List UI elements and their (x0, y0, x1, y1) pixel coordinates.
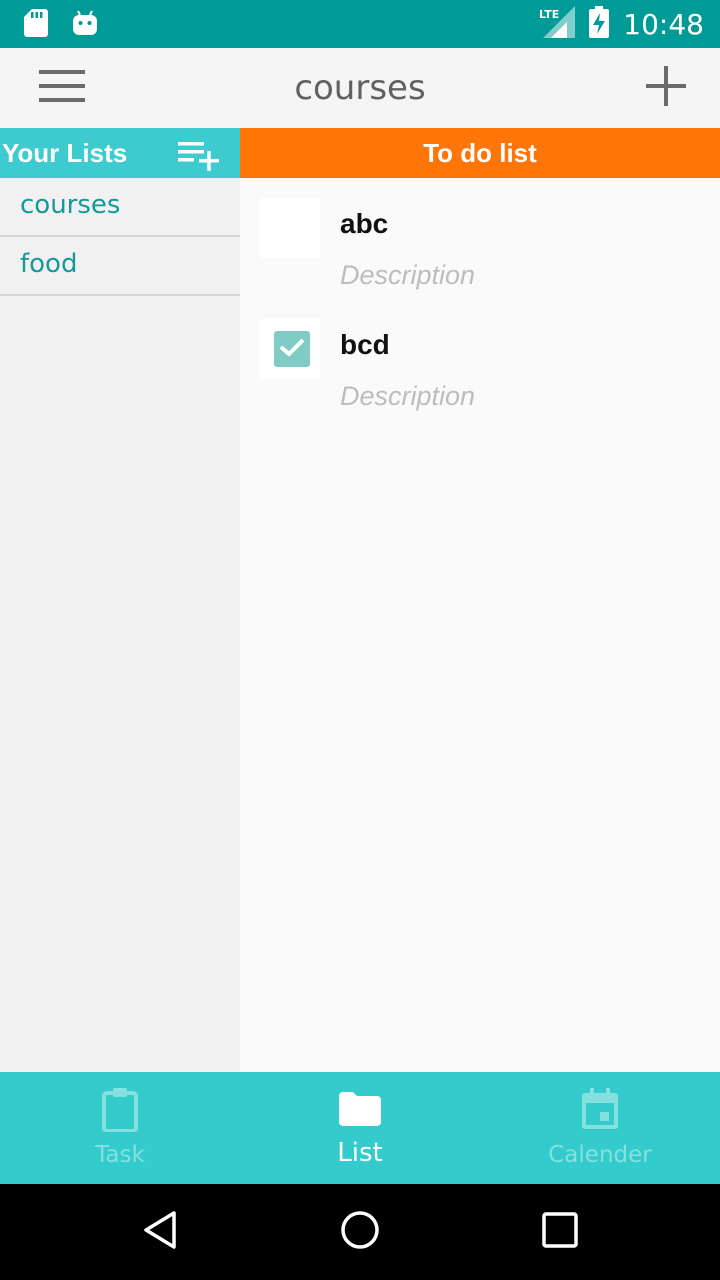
recents-square-icon (542, 1211, 578, 1253)
nav-tab-task[interactable]: Task (0, 1072, 240, 1184)
hamburger-icon (39, 69, 85, 107)
page-title: courses (294, 68, 426, 108)
back-triangle-icon (142, 1210, 178, 1255)
app-bar: courses (0, 48, 720, 128)
home-circle-icon (340, 1210, 380, 1255)
android-icon (72, 9, 98, 42)
todo-title: bcd (340, 329, 390, 360)
nav-tab-label: List (337, 1138, 383, 1168)
list-item-label: food (20, 249, 78, 279)
nav-tab-list[interactable]: List (240, 1072, 480, 1184)
checkmark-icon (278, 336, 306, 363)
battery-charging-icon (589, 6, 610, 43)
todo-header: To do list (240, 128, 720, 178)
system-navigation-bar (0, 1184, 720, 1280)
todo-panel: To do list abc Description bcd Descripti… (240, 128, 720, 1072)
sd-card-icon (24, 9, 48, 42)
list-item-label: courses (20, 190, 121, 220)
folder-icon (339, 1092, 381, 1131)
nav-tab-label: Calender (548, 1142, 652, 1168)
lists-header: Your Lists (0, 128, 240, 178)
svg-text:LTE: LTE (539, 8, 559, 21)
todo-title: abc (340, 208, 389, 239)
list-item-courses[interactable]: courses (0, 178, 240, 237)
todo-description-field[interactable]: Description (340, 260, 475, 291)
add-task-button[interactable] (634, 58, 698, 118)
lists-panel: Your Lists courses food (0, 128, 240, 1072)
todo-checkbox-unchecked[interactable] (260, 198, 320, 258)
clock: 10:48 (623, 8, 704, 41)
todo-checkbox-checked[interactable] (260, 319, 320, 379)
todo-item: bcd Description (240, 319, 720, 439)
todo-description-field[interactable]: Description (340, 381, 475, 412)
todo-item: abc Description (240, 198, 720, 318)
bottom-navigation: Task List Calender (0, 1072, 720, 1184)
lists-header-title: Your Lists (2, 138, 128, 168)
add-list-button[interactable] (178, 138, 224, 172)
clipboard-icon (102, 1088, 138, 1137)
calendar-icon (581, 1088, 619, 1135)
home-button[interactable] (336, 1208, 384, 1256)
status-bar: LTE 10:48 (0, 0, 720, 48)
nav-tab-label: Task (95, 1142, 145, 1168)
plus-icon (646, 65, 686, 111)
playlist-add-icon (178, 142, 224, 176)
recents-button[interactable] (536, 1208, 584, 1256)
list-item-food[interactable]: food (0, 237, 240, 296)
back-button[interactable] (136, 1208, 184, 1256)
nav-tab-calender[interactable]: Calender (480, 1072, 720, 1184)
lte-signal-icon: LTE (539, 6, 576, 43)
menu-button[interactable] (22, 60, 102, 116)
